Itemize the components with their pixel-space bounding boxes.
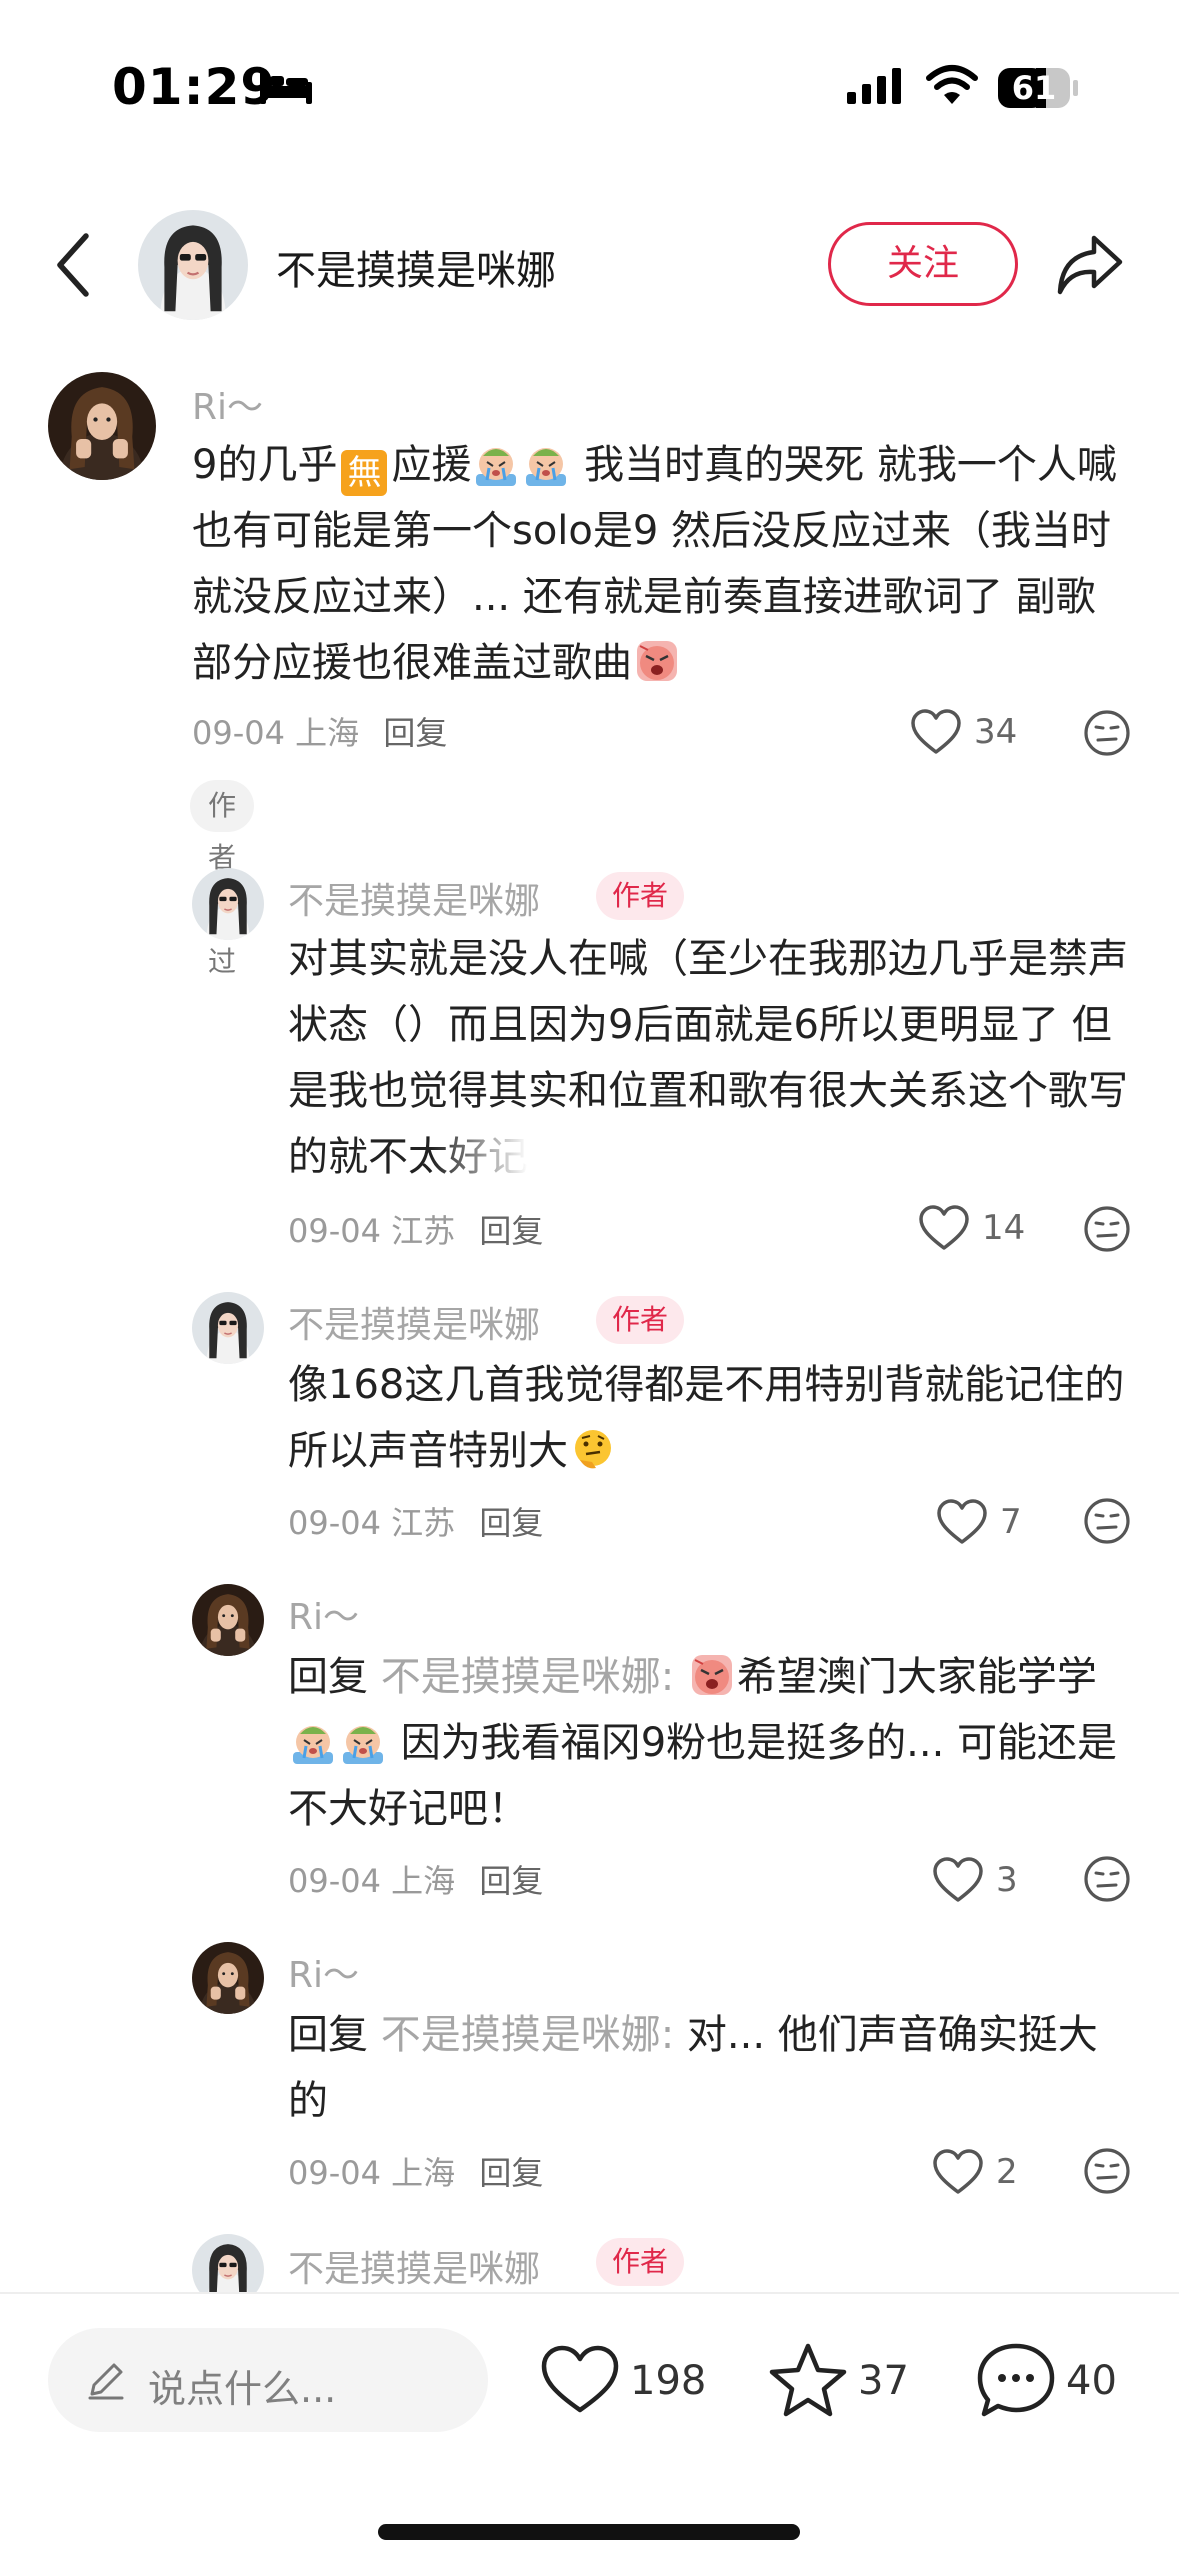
commenter-name[interactable]: 不是摸摸是咪娜 bbox=[288, 872, 540, 924]
comment-bubble-icon bbox=[977, 2343, 1055, 2417]
angry-emoji bbox=[690, 1653, 734, 1697]
avatar[interactable] bbox=[192, 1942, 264, 2014]
follow-button[interactable]: 关注 bbox=[828, 222, 1018, 306]
like-button[interactable]: 14 bbox=[918, 1200, 1058, 1256]
like-count: 14 bbox=[982, 1208, 1026, 1248]
comments-button[interactable]: 40 bbox=[976, 2340, 1146, 2420]
reply-button[interactable]: 回复 bbox=[479, 2154, 543, 2192]
comment-meta: 09-04 上海 回复 bbox=[288, 1862, 544, 1900]
like-count: 3 bbox=[996, 1860, 1018, 1900]
commenter-name[interactable]: Ri～ bbox=[288, 1588, 359, 1640]
like-button[interactable]: 34 bbox=[910, 704, 1050, 760]
comment-meta: 09-04 江苏 回复 bbox=[288, 1504, 544, 1542]
crying-emoji bbox=[474, 446, 518, 486]
input-placeholder: 说点什么... bbox=[148, 2367, 337, 2411]
crying-emoji bbox=[524, 446, 568, 486]
comment-meta: 09-04 上海 回复 bbox=[192, 708, 447, 754]
comment-text[interactable]: 回复 不是摸摸是咪娜: 希望澳门大家能学学 因为我看福冈9粉也是挺多的... 可… bbox=[288, 1644, 1128, 1842]
avatar[interactable] bbox=[192, 868, 264, 940]
comment-meta: 09-04 上海 回复 bbox=[288, 2154, 544, 2192]
avatar[interactable] bbox=[48, 372, 156, 480]
dislike-face-icon[interactable] bbox=[1082, 1854, 1132, 1904]
like-count: 34 bbox=[974, 712, 1018, 752]
comment-input[interactable]: 说点什么... bbox=[48, 2328, 488, 2432]
dislike-face-icon[interactable] bbox=[1082, 708, 1132, 758]
star-icon bbox=[769, 2343, 847, 2417]
author-badge: 作者 bbox=[596, 1296, 685, 1344]
heart-icon bbox=[933, 1857, 983, 1902]
status-bar: 01:29 61 bbox=[0, 0, 1179, 170]
home-indicator bbox=[378, 2524, 800, 2540]
reply-to-name[interactable]: 不是摸摸是咪娜: bbox=[381, 1654, 674, 1700]
heart-icon bbox=[919, 1205, 969, 1250]
commenter-name[interactable]: Ri～ bbox=[192, 378, 263, 430]
reply-button[interactable]: 回复 bbox=[479, 1212, 543, 1250]
battery-level: 61 bbox=[1011, 69, 1057, 107]
author-badge: 作者 bbox=[596, 2238, 685, 2286]
like-post-button[interactable]: 198 bbox=[540, 2340, 710, 2420]
bed-icon bbox=[260, 72, 312, 104]
reply-to-name[interactable]: 不是摸摸是咪娜: bbox=[381, 2012, 674, 2058]
comment-meta: 09-04 江苏 回复 bbox=[288, 1212, 544, 1250]
back-icon[interactable] bbox=[50, 230, 98, 300]
favorite-button[interactable]: 37 bbox=[768, 2340, 918, 2420]
header: 不是摸摸是咪娜 关注 bbox=[0, 200, 1179, 330]
heart-icon bbox=[911, 709, 961, 754]
comment-date: 09-04 bbox=[192, 714, 285, 752]
commenter-name[interactable]: 不是摸摸是咪娜 bbox=[288, 1296, 540, 1348]
reply-button[interactable]: 回复 bbox=[479, 1862, 543, 1900]
favorite-count: 37 bbox=[858, 2358, 909, 2404]
like-button[interactable]: 2 bbox=[932, 2144, 1052, 2200]
comment-text[interactable]: 9的几乎無应援 我当时真的哭死 就我一个人喊 也有可能是第一个solo是9 然后… bbox=[192, 432, 1132, 696]
author-liked-tag: 作者赞过 bbox=[190, 780, 255, 978]
reply-button[interactable]: 回复 bbox=[479, 1504, 543, 1542]
author-badge: 作者 bbox=[596, 872, 685, 920]
comment-text[interactable]: 像168这几首我觉得都是不用特别背就能记住的所以声音特别大 bbox=[288, 1352, 1128, 1484]
heart-icon bbox=[937, 1499, 987, 1544]
commenter-name[interactable]: 不是摸摸是咪娜 bbox=[288, 2240, 540, 2292]
dislike-face-icon[interactable] bbox=[1082, 1496, 1132, 1546]
author-avatar[interactable] bbox=[138, 210, 248, 320]
reply-button[interactable]: 回复 bbox=[383, 714, 447, 752]
comment-count: 40 bbox=[1066, 2358, 1117, 2404]
like-button[interactable]: 7 bbox=[936, 1494, 1056, 1550]
post-like-count: 198 bbox=[630, 2358, 707, 2404]
bottom-bar: 说点什么... 198 37 40 bbox=[0, 2292, 1179, 2556]
avatar[interactable] bbox=[192, 1584, 264, 1656]
crying-emoji bbox=[291, 1724, 335, 1764]
heart-icon bbox=[933, 2149, 983, 2194]
share-icon[interactable] bbox=[1054, 230, 1126, 300]
angry-emoji bbox=[635, 639, 679, 683]
avatar[interactable] bbox=[192, 1292, 264, 1364]
commenter-name[interactable]: Ri～ bbox=[288, 1946, 359, 1998]
dislike-face-icon[interactable] bbox=[1082, 1204, 1132, 1254]
comment-text[interactable]: 回复 不是摸摸是咪娜: 对... 他们声音确实挺大的 bbox=[288, 2002, 1128, 2134]
crying-emoji bbox=[341, 1724, 385, 1764]
like-button[interactable]: 3 bbox=[932, 1852, 1052, 1908]
status-time: 01:29 bbox=[112, 58, 277, 116]
like-count: 7 bbox=[1000, 1502, 1022, 1542]
signal-icon bbox=[847, 68, 901, 104]
heart-icon bbox=[541, 2345, 619, 2413]
wu-emoji: 無 bbox=[341, 450, 388, 496]
wifi-icon bbox=[926, 65, 978, 104]
comment-text[interactable]: 对其实就是没人在喊（至少在我那边几乎是禁声状态（）而且因为9后面就是6所以更明显… bbox=[288, 926, 1128, 1190]
dislike-face-icon[interactable] bbox=[1082, 2146, 1132, 2196]
comment-location: 上海 bbox=[295, 714, 360, 752]
author-name[interactable]: 不是摸摸是咪娜 bbox=[276, 238, 556, 296]
thinking-emoji bbox=[573, 1428, 613, 1470]
pencil-icon bbox=[88, 2363, 124, 2400]
like-count: 2 bbox=[996, 2152, 1018, 2192]
